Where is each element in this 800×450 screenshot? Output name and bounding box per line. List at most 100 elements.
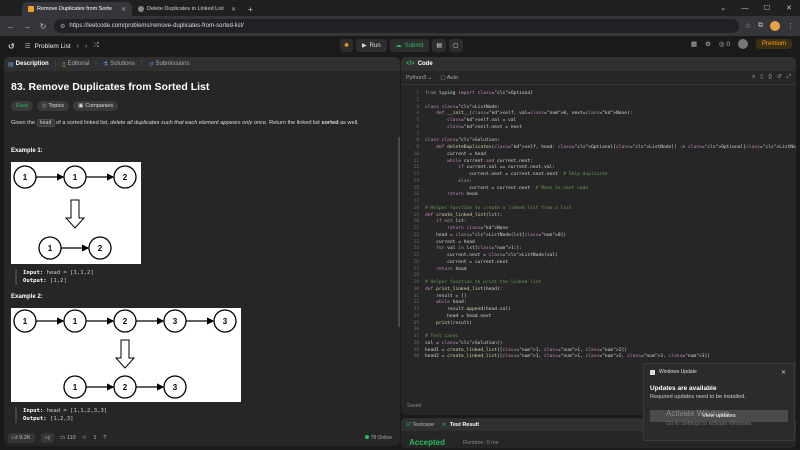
like-count: 9.2K (19, 435, 31, 441)
menu-kebab-icon[interactable]: ⋮ (787, 22, 794, 30)
close-tab-icon[interactable]: ✕ (231, 6, 236, 13)
notes-button[interactable]: ▤ (432, 39, 447, 52)
activate-windows-subtext: Go to Settings to activate Windows. (666, 421, 753, 427)
streak-counter[interactable]: ◎ 0 (719, 40, 730, 48)
chevron-down-icon[interactable]: ⌄ (712, 4, 734, 12)
close-tab-icon[interactable]: ✕ (121, 6, 126, 13)
shuffle-icon[interactable]: ⤮ (93, 42, 99, 50)
node-value: 1 (73, 317, 78, 326)
code-line: def __init__(class="kd">self, val=class=… (436, 111, 633, 117)
share-icon[interactable]: ⇪ (93, 435, 98, 441)
output-label: Output: (23, 416, 47, 422)
close-icon[interactable]: ✕ (781, 369, 786, 376)
tab-title: Delete Duplicates in Linked List (147, 6, 224, 12)
browser-tab-bar: Remove Duplicates from Sorte ✕ Delete Du… (0, 0, 800, 16)
url-bar[interactable]: ⚙ https://leetcode.com/problems/remove-d… (54, 19, 739, 33)
dislike-button[interactable]: 👎︎ (40, 433, 55, 443)
tab-submissions[interactable]: ↺ Submissions (148, 61, 189, 68)
new-tab-plus-icon[interactable]: + (242, 5, 259, 16)
layout-icon[interactable]: ▦ (691, 40, 697, 48)
line-number: 40 (413, 354, 419, 360)
line-number: 22 (413, 232, 419, 238)
maximize-icon[interactable]: ☐ (756, 4, 778, 12)
divider: | (140, 61, 143, 67)
tab-label: Testcase (412, 421, 435, 428)
browser-tab-active[interactable]: Remove Duplicates from Sorte ✕ (22, 2, 132, 16)
run-controls: ✱ ▶ Run ☁ Submit ▤ ▢ (340, 39, 463, 52)
line-number: 6 (416, 124, 419, 130)
forward-arrow-icon[interactable]: → (22, 22, 32, 31)
debug-button[interactable]: ✱ (340, 39, 354, 52)
line-number: 4 (416, 111, 419, 117)
reset-icon[interactable]: ↺ (777, 74, 782, 81)
leetcode-logo-icon[interactable]: ↺ (8, 42, 15, 51)
description-scrollbar[interactable] (398, 137, 400, 327)
minimize-icon[interactable]: — (734, 5, 756, 12)
user-avatar[interactable] (737, 39, 748, 49)
problem-list-button[interactable]: ☰ Problem List (25, 42, 71, 51)
code-editor[interactable]: 1 from typing import class="cls">Optional… (401, 87, 796, 397)
comments-button[interactable]: ▭ 110 (60, 435, 76, 441)
terminal-icon: >_ (442, 421, 449, 428)
line-number: 10 (413, 151, 419, 157)
submit-button[interactable]: ☁ Submit (389, 39, 430, 52)
saved-status: Saved (407, 403, 422, 409)
difficulty-badge[interactable]: Easy (11, 101, 34, 111)
format-icon[interactable]: ≡ (752, 74, 755, 81)
code-line: for val in lst[class="num">1:]: (436, 246, 522, 252)
whiteboard-button[interactable]: ▢ (449, 39, 463, 52)
line-number: 13 (413, 172, 419, 177)
code-line: else: (458, 178, 473, 184)
tab-label: Solutions (110, 61, 135, 67)
tab-testcase[interactable]: ☑ Testcase (406, 422, 434, 428)
description-tabs: ▤ Description | ▯ Editorial | ⚗ Solutions |… (4, 57, 400, 71)
node-value: 1 (48, 244, 53, 253)
help-icon[interactable]: ? (103, 435, 106, 441)
run-button[interactable]: ▶ Run (356, 39, 387, 52)
line-number: 8 (416, 138, 419, 144)
code-line: def deleteDuplicates(class="kd">self, he… (436, 145, 796, 150)
premium-button[interactable]: Premium (755, 39, 792, 49)
favorite-star-icon[interactable]: ☆ (82, 435, 87, 441)
code-brackets-icon: </> (406, 61, 415, 67)
companies-badge[interactable]: ▣ Companies (73, 101, 119, 111)
fullscreen-icon[interactable]: ⤢ (787, 74, 791, 81)
line-number: 25 (413, 253, 419, 258)
tab-editorial[interactable]: ▯ Editorial (62, 61, 89, 68)
windows-update-toast: Windows Update ✕ Updates are available R… (643, 363, 795, 441)
activate-windows-watermark: Activate Windows (666, 409, 730, 418)
code-line: return head (447, 192, 478, 198)
code-line: return class="kd">None (447, 226, 509, 231)
bottom-list: 1 2 3 (63, 375, 187, 399)
like-button[interactable]: 👍︎ 9.2K (8, 433, 35, 443)
node-value: 2 (123, 317, 128, 326)
auto-mode-toggle[interactable]: ▢ Auto (440, 75, 458, 81)
reload-icon[interactable]: ↻ (38, 22, 48, 31)
tab-test-result[interactable]: >_ Test Result (442, 422, 479, 428)
problem-description: Given the head of a sorted linked list, … (11, 119, 393, 127)
tab-label: Test Result (449, 421, 480, 428)
topics-badge[interactable]: ◇ Topics (37, 101, 70, 111)
bookmark-star-icon[interactable]: ☆ (745, 22, 751, 30)
braces-icon[interactable]: {} (768, 74, 772, 81)
tab-description[interactable]: ▤ Description (8, 61, 49, 68)
tab-label: Editorial (67, 61, 90, 67)
back-arrow-icon[interactable]: ← (6, 22, 16, 31)
site-settings-icon[interactable]: ⚙ (60, 23, 65, 30)
profile-avatar[interactable] (770, 21, 780, 31)
tab-solutions[interactable]: ⚗ Solutions (103, 61, 135, 68)
next-problem-icon[interactable]: › (85, 43, 87, 50)
close-window-icon[interactable]: ✕ (778, 4, 800, 12)
node-value: 1 (73, 383, 78, 392)
mode-label: Auto (446, 74, 459, 81)
browser-tab[interactable]: Delete Duplicates in Linked List ✕ (132, 2, 242, 16)
chevron-down-icon: ⌄ (427, 74, 433, 81)
fire-icon: ◎ (718, 41, 725, 48)
node-value: 2 (98, 244, 103, 253)
play-icon: ▶ (362, 43, 367, 49)
language-select[interactable]: Python3 ⌄ (406, 75, 432, 81)
settings-gear-icon[interactable]: ⚙ (705, 40, 711, 48)
extensions-icon[interactable]: ⧉ (758, 22, 763, 30)
prev-problem-icon[interactable]: ‹ (77, 43, 79, 50)
bookmark-icon[interactable]: ▯ (760, 74, 763, 81)
